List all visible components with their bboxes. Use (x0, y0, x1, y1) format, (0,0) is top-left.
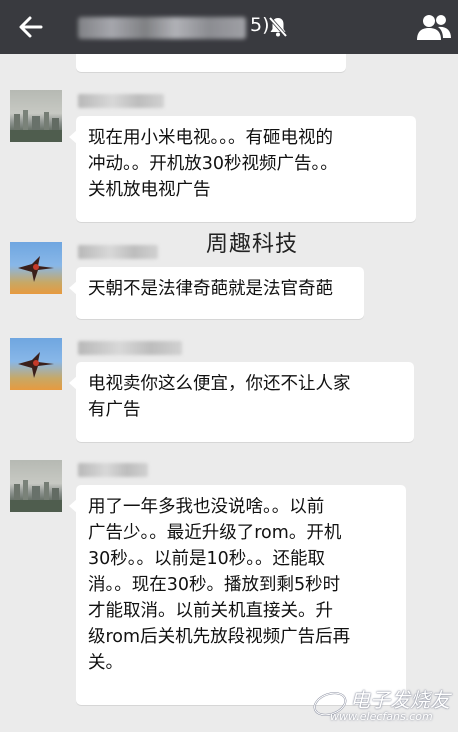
message-bubble[interactable]: 天朝不是法律奇葩就是法官奇葩 (69, 267, 364, 319)
avatar[interactable] (10, 242, 62, 294)
kite-photo (18, 256, 54, 282)
avatar[interactable] (10, 338, 62, 390)
watermark-url: www.elecfans.com (330, 710, 433, 723)
sender-name (78, 463, 148, 477)
chat-header: 5) (0, 0, 458, 54)
kite-photo (18, 352, 54, 378)
message-bubble[interactable]: 现在用小米电视。。。有砸电视的 冲动。。开机放30秒视频广告。。 关机放电视广告 (69, 116, 416, 222)
sender-name (78, 341, 182, 355)
watermark-logo-text: 电子发烧友 (350, 688, 450, 712)
bell-muted-icon (268, 16, 288, 38)
watermark-text: 周趣科技 (206, 232, 299, 257)
avatar[interactable] (10, 90, 62, 142)
previous-message-bubble (76, 54, 346, 72)
message-bubble[interactable]: 电视卖你这么便宜，你还不让人家 有广告 (69, 362, 414, 442)
avatar[interactable] (10, 460, 62, 512)
message-bubble[interactable]: 用了一年多我也没说啥。。以前 广告少。。最近升级了rom。开机 30秒。。以前是… (69, 485, 406, 705)
sender-name (78, 245, 158, 259)
arrow-left-icon[interactable] (14, 10, 48, 44)
sender-name (78, 94, 164, 108)
chat-title: 5) (60, 11, 360, 43)
city-photo (10, 110, 62, 142)
people-icon[interactable] (416, 12, 452, 42)
city-photo (10, 480, 62, 512)
blurred-group-name (78, 17, 246, 39)
